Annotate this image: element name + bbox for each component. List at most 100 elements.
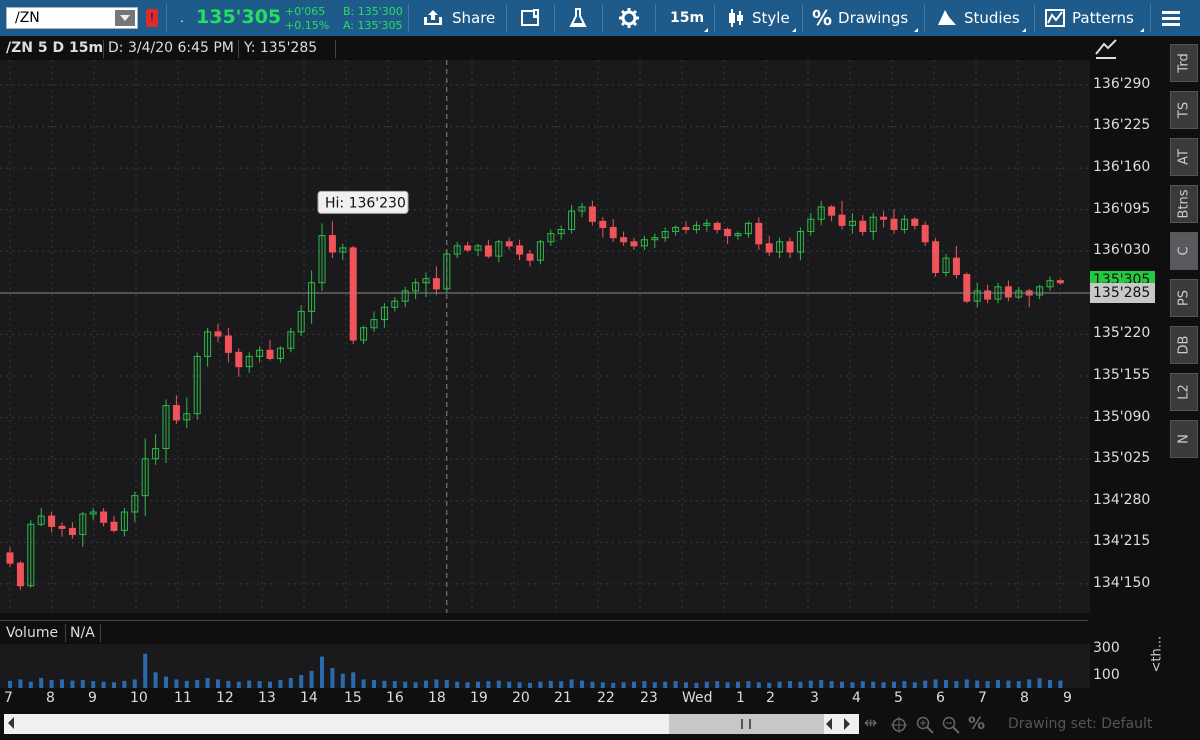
sidebar-tab-label: L2	[1176, 384, 1192, 400]
sidebar-tab-c[interactable]: C	[1170, 232, 1198, 270]
toolbar-separator	[166, 4, 167, 32]
sidebar-tab-trd[interactable]: Trd	[1170, 44, 1198, 82]
timeframe-button[interactable]: 15m	[670, 0, 704, 36]
hamburger-icon	[1162, 11, 1180, 26]
volume-bar	[704, 681, 709, 688]
crosshair-icon[interactable]	[890, 716, 908, 734]
flask-button[interactable]	[568, 0, 588, 36]
patterns-label: Patterns	[1072, 9, 1134, 27]
zoom-out-icon[interactable]	[942, 716, 960, 734]
share-button[interactable]: Share	[422, 0, 495, 36]
volume-bar	[642, 681, 647, 688]
zoom-in-icon[interactable]	[916, 716, 934, 734]
volume-bar	[132, 679, 137, 688]
expand-icon[interactable]: ⇹	[864, 713, 877, 732]
collapse-label[interactable]: <th...	[1150, 636, 1165, 673]
candle-down-body	[432, 278, 440, 290]
scroll-thumb[interactable]	[669, 714, 824, 734]
volume-bar	[798, 681, 803, 688]
volume-bar	[860, 681, 865, 688]
drawing-set-label[interactable]: Drawing set: Default	[1008, 716, 1152, 732]
sidebar-tab-l2[interactable]: L2	[1170, 373, 1198, 411]
chart-title[interactable]: /ZN 5 D 15m	[6, 40, 103, 56]
sidebar-tab-at[interactable]: AT	[1170, 138, 1198, 176]
price-axis-label: 136'095	[1093, 200, 1151, 217]
symbol-input[interactable]: /ZN	[6, 7, 138, 29]
volume-bar	[340, 673, 345, 688]
volume-bar	[372, 680, 376, 688]
settings-button[interactable]	[618, 0, 640, 36]
symbol-text: /ZN	[15, 10, 40, 26]
scroll-right-icon[interactable]	[844, 718, 850, 730]
sidebar-tab-db[interactable]: DB	[1170, 326, 1198, 364]
scroll-left-end-icon[interactable]	[826, 718, 832, 730]
scroll-left-icon[interactable]	[8, 717, 14, 729]
change-percent: +0.15%	[285, 19, 330, 32]
candle-down-body	[620, 237, 628, 243]
horizontal-scrollbar[interactable]	[4, 714, 859, 734]
candle-down-body	[464, 245, 472, 251]
drawings-button[interactable]: % Drawings	[812, 0, 908, 36]
candle-down-body	[984, 290, 992, 300]
symbol-dropdown-button[interactable]	[115, 10, 135, 26]
toolbar-separator	[408, 4, 409, 32]
volume-bar	[850, 682, 855, 688]
candle-down-body	[110, 521, 118, 531]
price-axis-label: 135'220	[1093, 325, 1151, 342]
auto-scale-icon[interactable]	[1094, 38, 1118, 60]
price-chart[interactable]: Hi: 136'230	[0, 60, 1090, 613]
sidebar-tab-label: PS	[1176, 289, 1192, 307]
candle-down-body	[349, 247, 357, 341]
studies-button[interactable]: Studies	[936, 0, 1020, 36]
patterns-button[interactable]: Patterns	[1044, 0, 1134, 36]
alert-badge[interactable]: !	[146, 9, 158, 27]
candle-down-body	[786, 241, 794, 253]
volume-chart[interactable]	[0, 644, 1090, 688]
volume-bar	[216, 679, 220, 688]
volume-bar	[424, 680, 428, 688]
style-button[interactable]: Style	[726, 0, 790, 36]
volume-bar	[663, 681, 668, 688]
time-axis-label: 8	[1020, 690, 1029, 706]
volume-value: N/A	[70, 625, 95, 641]
volume-bar	[985, 681, 990, 688]
time-axis-label: 18	[428, 690, 446, 706]
price-axis-label: 136'160	[1093, 159, 1151, 176]
volume-bar	[569, 679, 574, 688]
time-axis-label: 19	[470, 690, 488, 706]
alert-window-icon	[521, 9, 539, 26]
header-separator	[100, 624, 101, 642]
volume-bar	[382, 680, 387, 688]
volume-bar	[736, 681, 740, 688]
sidebar-tab-n[interactable]: N	[1170, 420, 1198, 458]
price-axis-label: 136'290	[1093, 75, 1151, 92]
volume-bar	[28, 681, 33, 688]
last-price: 135'305	[196, 6, 282, 28]
sidebar-tab-ts[interactable]: TS	[1170, 91, 1198, 129]
volume-bar	[652, 682, 657, 688]
toolbar-separator	[655, 4, 656, 32]
volume-bar	[434, 679, 439, 688]
main-toolbar: /ZN ! . 135'305 +0'065 +0.15% B: 135'300…	[0, 0, 1200, 37]
menu-button[interactable]	[1160, 0, 1182, 36]
price-axis-label: 134'280	[1093, 491, 1151, 508]
volume-bar	[122, 680, 127, 688]
volume-bar	[788, 681, 792, 688]
volume-bar	[247, 680, 252, 688]
studies-icon	[938, 10, 956, 25]
volume-bar	[777, 681, 782, 688]
volume-bar	[392, 681, 397, 688]
volume-bar	[351, 672, 356, 688]
sidebar-tab-btns[interactable]: Btns	[1170, 185, 1198, 223]
volume-bar	[112, 682, 116, 688]
candle-down-body	[328, 235, 336, 253]
sidebar-tab-ps[interactable]: PS	[1170, 279, 1198, 317]
candle-down-body	[58, 525, 66, 529]
time-axis-label: Wed	[682, 690, 713, 706]
candle-down-body	[880, 216, 888, 220]
volume-title[interactable]: Volume	[6, 625, 58, 641]
cursor-date: D: 3/4/20 6:45 PM	[108, 40, 234, 56]
percent-scale-icon[interactable]: %	[968, 714, 985, 734]
alerts-button[interactable]	[520, 0, 542, 36]
candle-down-body	[921, 224, 929, 243]
